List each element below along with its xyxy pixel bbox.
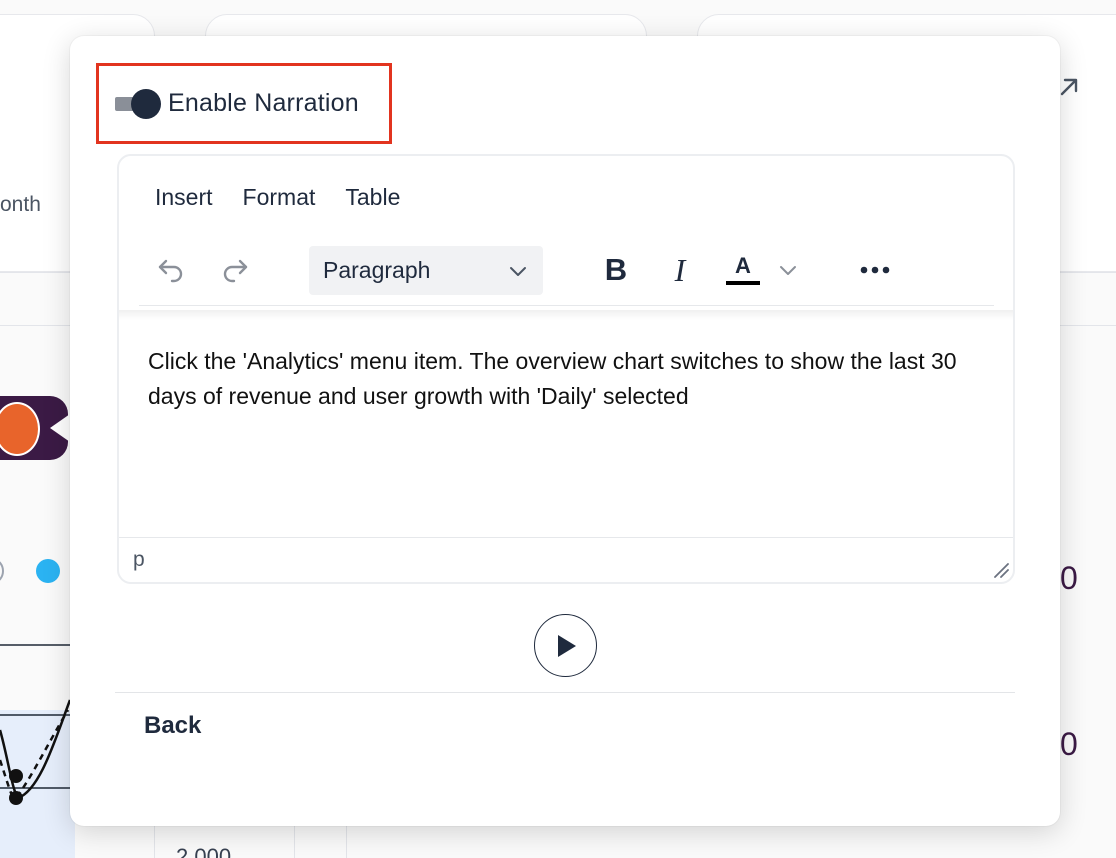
rich-text-editor: Insert Format Table Paragraph B I A Clic… bbox=[117, 154, 1015, 584]
play-icon bbox=[557, 634, 576, 657]
toggle-knob bbox=[131, 88, 161, 119]
bg-period-label: onth bbox=[0, 193, 41, 216]
narration-popover: Enable Narration Insert Format Table Par… bbox=[70, 36, 1060, 826]
bold-icon: B bbox=[604, 252, 628, 287]
redo-button[interactable] bbox=[215, 244, 255, 296]
enable-narration-toggle[interactable]: Enable Narration bbox=[96, 63, 392, 144]
editor-content[interactable]: Click the 'Analytics' menu item. The ove… bbox=[148, 344, 968, 414]
legend-dot-blue bbox=[36, 559, 60, 583]
italic-button[interactable]: I bbox=[659, 244, 701, 296]
more-horizontal-icon bbox=[860, 266, 890, 274]
text-color-glyph: A bbox=[735, 253, 751, 278]
block-format-select[interactable]: Paragraph bbox=[309, 246, 543, 295]
editor-toolbar: Paragraph B I A bbox=[139, 244, 994, 306]
back-button[interactable]: Back bbox=[144, 712, 201, 740]
toolbar-shadow bbox=[119, 310, 1013, 320]
chevron-down-icon bbox=[780, 266, 796, 275]
menu-table[interactable]: Table bbox=[335, 184, 410, 211]
block-format-value: Paragraph bbox=[323, 257, 431, 283]
element-path[interactable]: p bbox=[133, 548, 145, 572]
bg-right-value-2: 0 bbox=[1060, 726, 1078, 762]
toggle-switch[interactable] bbox=[115, 88, 163, 119]
bg-pill-notch bbox=[50, 414, 70, 442]
text-color-swatch bbox=[726, 281, 760, 285]
text-color-dropdown[interactable] bbox=[773, 244, 803, 296]
footer-divider bbox=[115, 692, 1015, 693]
editor-statusbar: p bbox=[119, 537, 1013, 582]
editor-menubar: Insert Format Table bbox=[145, 184, 420, 211]
undo-button[interactable] bbox=[151, 244, 191, 296]
menu-format[interactable]: Format bbox=[233, 184, 326, 211]
text-color-button[interactable]: A bbox=[723, 244, 763, 296]
play-button[interactable] bbox=[534, 614, 597, 677]
bg-chart-fragment bbox=[0, 644, 75, 858]
more-button[interactable] bbox=[853, 244, 897, 296]
bg-right-value-1: 0 bbox=[1060, 560, 1078, 596]
bold-button[interactable]: B bbox=[595, 244, 637, 296]
chevron-down-icon bbox=[510, 266, 526, 276]
resize-handle-icon[interactable] bbox=[993, 562, 1009, 578]
undo-icon bbox=[158, 259, 183, 283]
italic-icon: I bbox=[674, 251, 686, 288]
bg-axis-value: 2,000 bbox=[176, 844, 232, 858]
legend-dot-outline bbox=[0, 559, 4, 583]
menu-insert[interactable]: Insert bbox=[145, 184, 223, 211]
redo-icon bbox=[223, 259, 248, 283]
text-color-icon: A bbox=[726, 255, 760, 285]
enable-narration-label: Enable Narration bbox=[168, 89, 359, 117]
